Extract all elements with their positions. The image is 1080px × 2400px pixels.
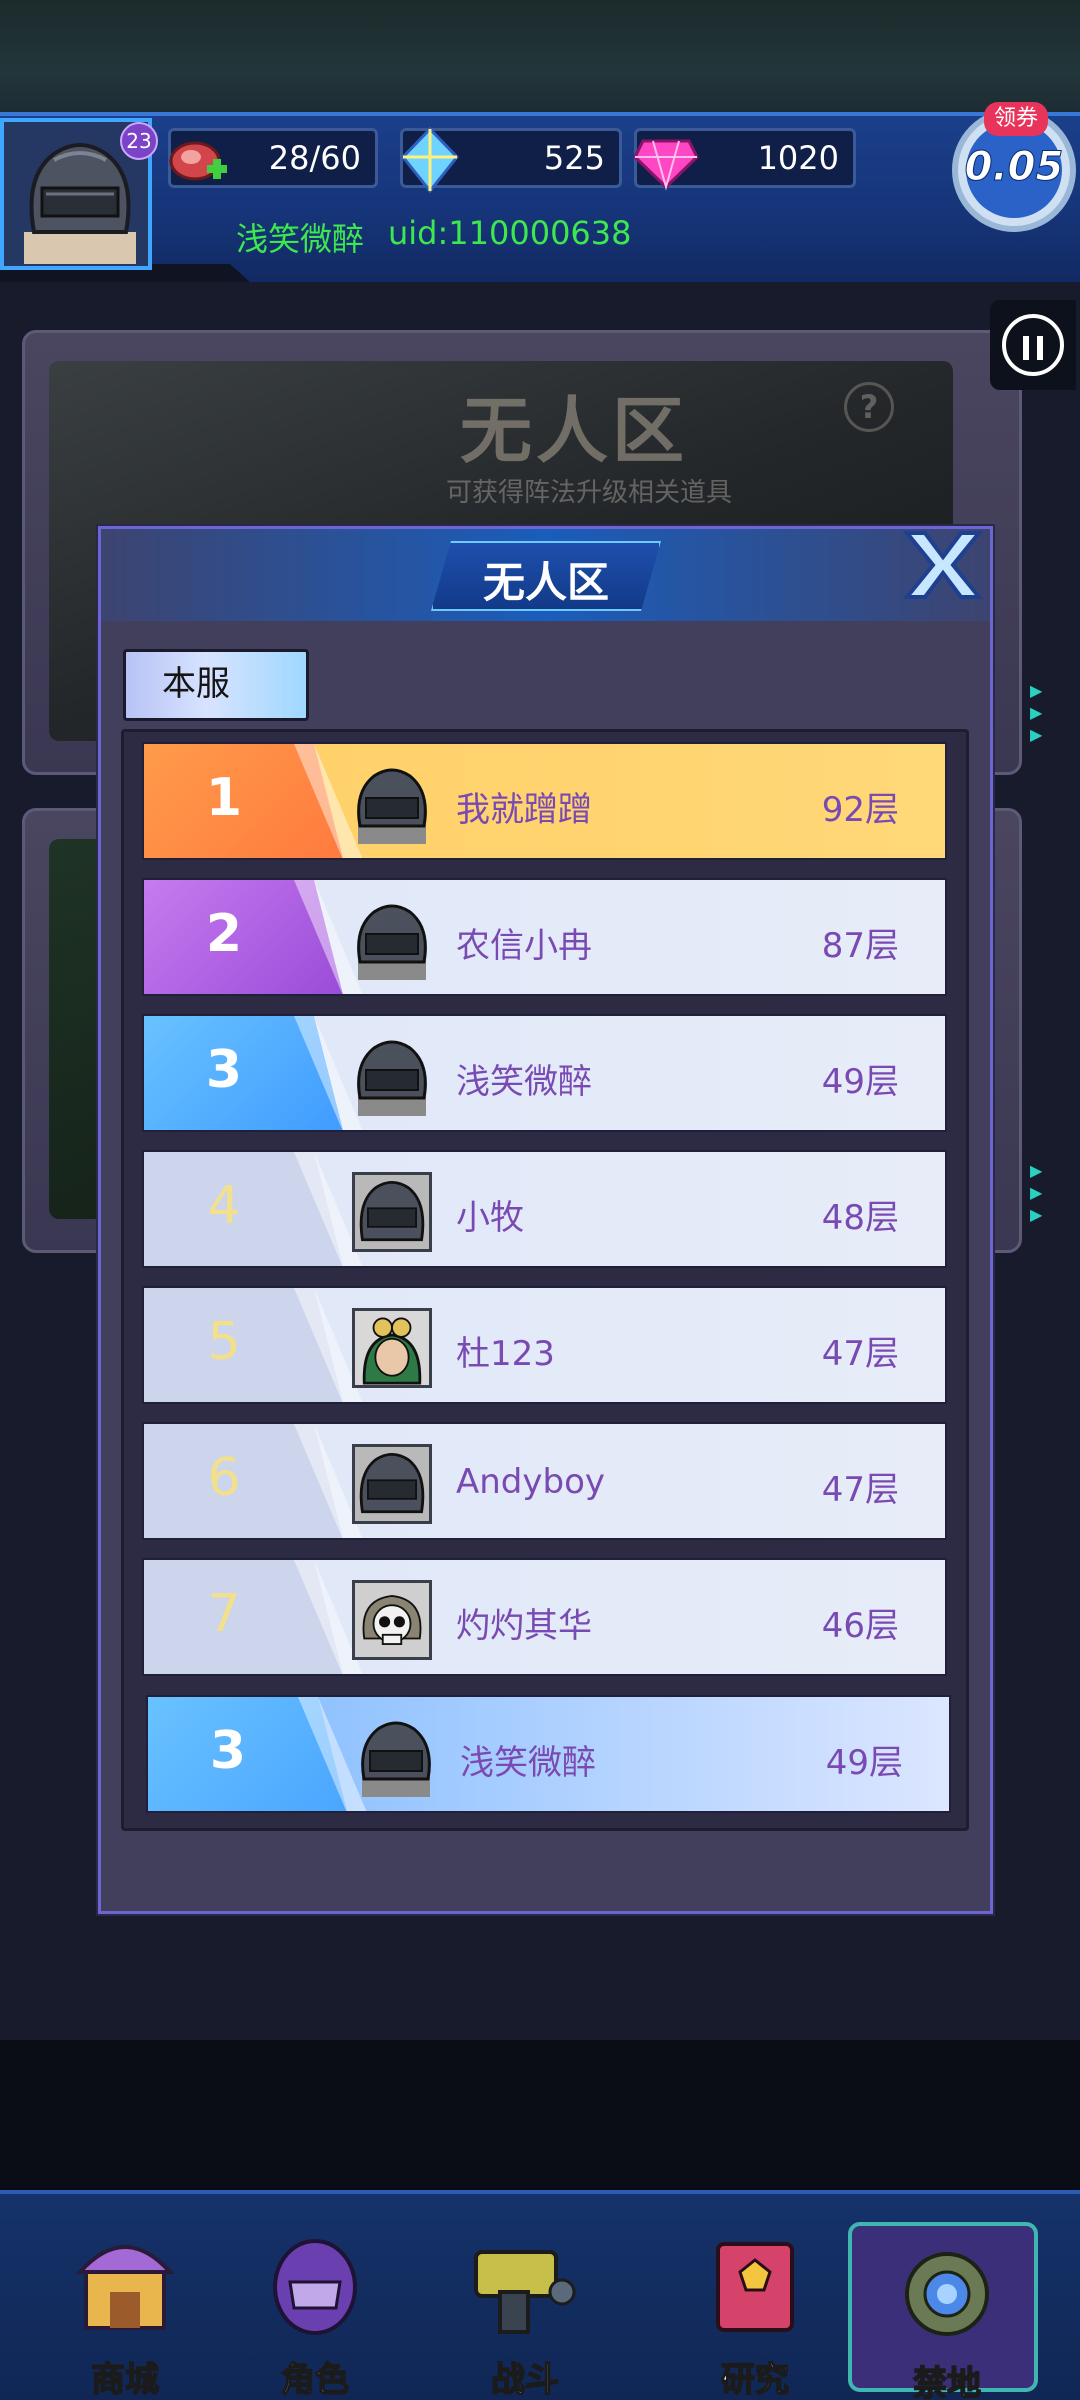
- player-name: 灼灼其华: [456, 1606, 592, 1646]
- player-name: 浅笑微醉: [460, 1743, 596, 1783]
- nav-shop[interactable]: 商城: [30, 2222, 220, 2400]
- top-scenery: [0, 0, 1080, 120]
- close-icon[interactable]: [901, 527, 985, 603]
- rank-number: 3: [205, 1040, 243, 1100]
- pause-button[interactable]: [990, 300, 1076, 390]
- pause-icon: [1002, 314, 1064, 376]
- rank-number: 7: [207, 1584, 241, 1644]
- ticket-value: 0.05: [964, 144, 1064, 191]
- floor-count: 87层: [821, 926, 899, 966]
- my-ranking-row[interactable]: 3 浅笑微醉 49层: [146, 1695, 951, 1813]
- research-book-icon: [716, 2242, 794, 2332]
- arrow-icon: ▶ ▶ ▶: [1030, 1161, 1043, 1224]
- crystal-icon: [401, 127, 459, 193]
- player-name: 我就蹭蹭: [456, 790, 592, 830]
- floor-count: 46层: [821, 1606, 899, 1646]
- shop-icon: [75, 2245, 175, 2330]
- helmet-icon: [357, 768, 427, 844]
- helmet-icon: [357, 904, 427, 980]
- floor-count: 48层: [821, 1198, 899, 1238]
- floor-count: 92层: [821, 790, 899, 830]
- floor-count: 49层: [821, 1062, 899, 1102]
- rank-number: 5: [207, 1312, 241, 1372]
- rank-number: 6: [207, 1448, 241, 1508]
- floor-count: 47层: [821, 1334, 899, 1374]
- nav-forbidden-land[interactable]: 禁地: [848, 2222, 1038, 2400]
- diamond-counter[interactable]: 525: [400, 127, 622, 193]
- nav-label: 研究: [720, 2359, 790, 2400]
- stage-card-subtitle: 可获得阵法升级相关道具: [446, 478, 733, 508]
- diamond-value: 525: [543, 139, 605, 177]
- helmet-icon: [361, 1721, 431, 1797]
- gem-value: 1020: [757, 139, 839, 177]
- player-name: 浅笑微醉: [456, 1062, 592, 1102]
- player-name: 杜123: [456, 1334, 555, 1374]
- ranking-row[interactable]: 7 灼灼其华 46层: [142, 1558, 947, 1676]
- ranking-row[interactable]: 6 Andyboy 47层: [142, 1422, 947, 1540]
- rank-number: 4: [207, 1176, 241, 1236]
- bottom-band: [0, 2040, 1080, 2190]
- modal-title: 无人区: [482, 558, 609, 607]
- level-badge: 23: [120, 122, 158, 160]
- ranking-row[interactable]: 2 农信小冉 87层: [142, 878, 947, 996]
- player-name: 农信小冉: [456, 926, 592, 966]
- ranking-row[interactable]: 4 小牧 48层: [142, 1150, 947, 1268]
- player-uid: uid:110000638: [388, 214, 632, 252]
- nav-battle[interactable]: 战斗: [430, 2222, 620, 2400]
- player-name: 小牧: [456, 1198, 524, 1238]
- ranking-row[interactable]: 5 杜123 47层: [142, 1286, 947, 1404]
- meat-plus-icon: [169, 141, 227, 181]
- rank-number: 3: [209, 1721, 247, 1781]
- nav-character[interactable]: 角色: [220, 2222, 410, 2400]
- nav-label: 商城: [90, 2359, 160, 2400]
- tab-server[interactable]: 本服: [123, 649, 309, 721]
- skull-icon: [352, 1580, 432, 1660]
- forbidden-land-icon: [905, 2252, 989, 2336]
- ranking-row[interactable]: 3 浅笑微醉 49层: [142, 1014, 947, 1132]
- nav-research[interactable]: 研究: [660, 2222, 850, 2400]
- helmet-icon: [357, 1040, 427, 1116]
- pink-gem-icon: [633, 139, 699, 191]
- rank-number: 1: [205, 768, 243, 828]
- help-icon[interactable]: ?: [844, 382, 894, 432]
- stamina-counter[interactable]: 28/60: [168, 128, 378, 188]
- character-icon: [273, 2239, 357, 2335]
- helmet-icon: [24, 143, 136, 264]
- ticket-tag[interactable]: 领券: [984, 102, 1048, 136]
- stamina-value: 28/60: [268, 139, 361, 177]
- nav-label: 禁地: [912, 2363, 982, 2400]
- floor-count: 47层: [821, 1470, 899, 1510]
- goggle-girl-icon: [352, 1308, 432, 1388]
- player-name: 浅笑微醉: [236, 220, 365, 258]
- stage-card-title: 无人区: [460, 389, 689, 473]
- nav-label: 战斗: [490, 2359, 560, 2400]
- arrow-icon: ▶ ▶ ▶: [1030, 681, 1043, 744]
- floor-count: 49层: [825, 1743, 903, 1783]
- ranking-modal: 无人区 本服 1 我就蹭蹭 92层 2 农信小冉 87层 3 浅笑微醉 49层 …: [98, 526, 993, 1914]
- rank-number: 2: [205, 904, 243, 964]
- helmet-icon: [352, 1444, 432, 1524]
- ranking-list: 1 我就蹭蹭 92层 2 农信小冉 87层 3 浅笑微醉 49层 4 小牧 48…: [121, 729, 969, 1831]
- bottom-navigation: 商城 角色 战斗 研究 禁地: [0, 2190, 1080, 2400]
- nav-label: 角色: [280, 2359, 350, 2400]
- player-name: Andyboy: [456, 1462, 606, 1502]
- helmet-icon: [352, 1172, 432, 1252]
- ranking-row[interactable]: 1 我就蹭蹭 92层: [142, 742, 947, 860]
- battle-gun-icon: [474, 2250, 576, 2334]
- gem-counter[interactable]: 1020: [633, 128, 856, 191]
